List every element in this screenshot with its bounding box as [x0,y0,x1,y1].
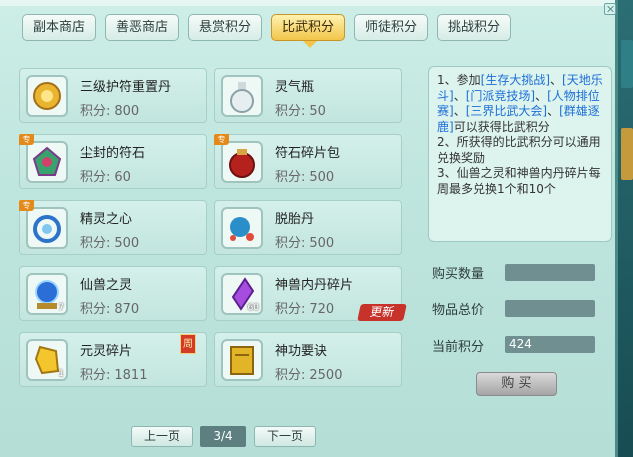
item-quantity: 7 [58,303,64,313]
next-page-button[interactable]: 下一页 [254,426,316,447]
side-tab[interactable] [621,128,633,180]
rune-shard-bag-icon [221,141,263,183]
item-points: 500 [309,170,335,185]
beast-spirit-orb-icon: 7 [26,273,68,315]
tab-challenge-points[interactable]: 挑战积分 [437,14,511,41]
rebirth-pill-icon [221,207,263,249]
exclusive-ribbon: 专 [19,200,34,211]
points-label: 积分: [275,302,306,317]
item-points: 800 [114,104,140,119]
description-line-2: 2、所获得的比武积分可以通用兑换奖励 [437,135,601,165]
skill-book-icon [221,339,263,381]
essence-shard-icon: 1 [26,339,68,381]
update-badge: 更新 [357,304,407,321]
tab-mentor-points[interactable]: 师徒积分 [354,14,428,41]
points-label: 积分: [275,236,306,251]
item-name: 尘封的符石 [80,146,146,161]
points-label: 积分: [275,368,306,383]
close-button[interactable] [604,3,616,15]
shop-item[interactable]: 专 精灵之心 积分: 500 [19,200,207,255]
spirit-bottle-icon [221,75,263,117]
item-name: 元灵碎片 [80,344,133,359]
description-line-3: 3、仙兽之灵和神兽内丹碎片每周最多兑换1个和10个 [437,166,601,196]
item-quantity: 60 [247,303,259,313]
shop-item[interactable]: 7 仙兽之灵 积分: 870 [19,266,207,321]
current-points-label: 当前积分 [432,340,485,355]
points-label: 积分: [80,368,111,383]
item-points: 500 [114,236,140,251]
item-points: 1811 [114,368,148,383]
shop-item[interactable]: 专 尘封的符石 积分: 60 [19,134,207,189]
spirit-heart-icon [26,207,68,249]
beast-core-shard-icon: 60 [221,273,263,315]
item-name: 符石碎片包 [275,146,341,161]
weekly-badge: 周 [180,334,196,354]
item-name: 三级护符重置丹 [80,80,172,95]
prev-page-button[interactable]: 上一页 [131,426,193,447]
points-label: 积分: [80,170,111,185]
total-price-label: 物品总价 [432,303,485,318]
shop-item[interactable]: 脱胎丹 积分: 500 [214,200,402,255]
quantity-label: 购买数量 [432,267,485,282]
tab-karma-shop[interactable]: 善恶商店 [105,14,179,41]
points-label: 积分: [275,104,306,119]
item-points: 50 [309,104,326,119]
item-points: 60 [114,170,131,185]
buy-button[interactable]: 购 买 [476,372,557,396]
description-box: 1、参加[生存大挑战]、[天地乐斗]、[门派竞技场]、[人物排位赛]、[三界比武… [428,66,612,242]
shop-item[interactable]: 专 符石碎片包 积分: 500 [214,134,402,189]
item-name: 仙兽之灵 [80,278,133,293]
shop-item[interactable]: 灵气瓶 积分: 50 [214,68,402,123]
shop-item[interactable]: 1 元灵碎片 积分: 1811 周 [19,332,207,387]
golden-pill-icon [26,75,68,117]
points-label: 积分: [80,104,111,119]
tab-arena-points[interactable]: 比武积分 [271,14,345,41]
tab-dungeon-shop[interactable]: 副本商店 [22,14,96,41]
rune-stone-icon [26,141,68,183]
item-name: 精灵之心 [80,212,133,227]
exclusive-ribbon: 专 [19,134,34,145]
quantity-input[interactable] [505,264,595,281]
points-label: 积分: [80,236,111,251]
item-name: 灵气瓶 [275,80,315,95]
item-points: 870 [114,302,140,317]
item-points: 2500 [309,368,343,383]
tab-bounty-points[interactable]: 悬赏积分 [188,14,262,41]
side-tab[interactable] [621,40,633,88]
exclusive-ribbon: 专 [214,134,229,145]
points-label: 积分: [80,302,111,317]
shop-item[interactable]: 神功要诀 积分: 2500 [214,332,402,387]
points-label: 积分: [275,170,306,185]
item-points: 500 [309,236,335,251]
active-tab-pointer [303,41,317,48]
shop-item[interactable]: 60 神兽内丹碎片 积分: 720 更新 [214,266,407,321]
item-quantity: 1 [58,369,64,379]
total-price-field [505,300,595,317]
item-name: 脱胎丹 [275,212,315,227]
item-name: 神功要诀 [275,344,328,359]
item-points: 720 [309,302,335,317]
shop-item[interactable]: 三级护符重置丹 积分: 800 [19,68,207,123]
page-indicator: 3/4 [200,426,246,447]
current-points-field: 424 [505,336,595,353]
description-line-1: 1、参加[生存大挑战]、[天地乐斗]、[门派竞技场]、[人物排位赛]、[三界比武… [437,73,603,134]
item-name: 神兽内丹碎片 [275,278,354,293]
